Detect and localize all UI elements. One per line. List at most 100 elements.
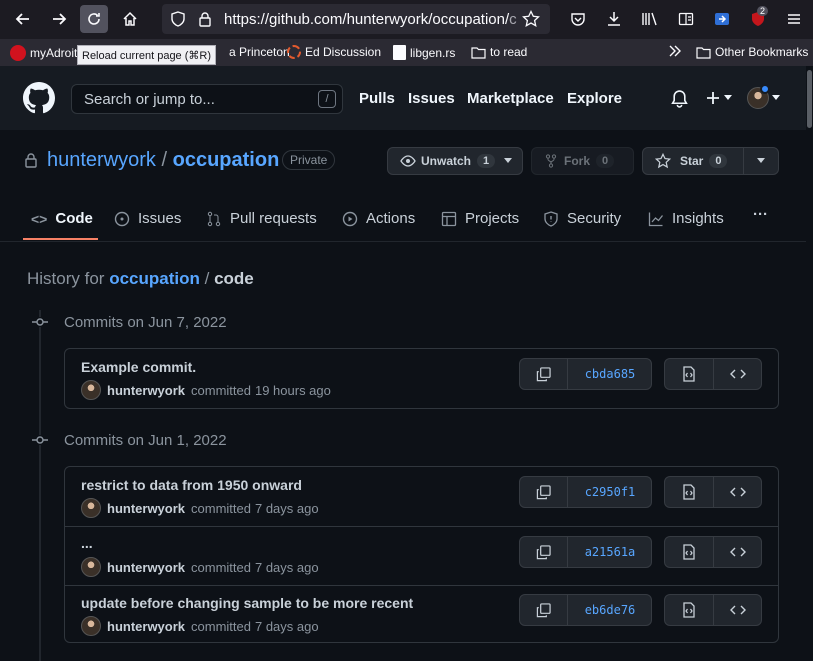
copy-sha-button[interactable] — [520, 537, 568, 567]
commit-time: 19 hours ago — [254, 382, 331, 398]
tab-projects[interactable]: Projects — [441, 210, 519, 227]
chevron-down-icon — [504, 158, 513, 163]
nav-issues[interactable]: Issues — [408, 90, 455, 107]
repo-header: hunterwyork / occupation Private Unwatch… — [0, 130, 806, 242]
avatar[interactable] — [81, 557, 101, 577]
star-button[interactable]: Star 0 — [642, 147, 779, 175]
bookmark-ed-discussion[interactable]: Ed Discussion — [287, 45, 381, 59]
extension-icon[interactable] — [708, 5, 736, 33]
star-bookmark-icon[interactable] — [522, 10, 540, 28]
chevron-down-icon[interactable] — [757, 158, 765, 164]
commit-message[interactable]: Example commit. — [81, 359, 196, 375]
reload-tooltip: Reload current page (⌘R) — [77, 45, 217, 65]
shield-icon[interactable] — [170, 11, 186, 27]
copy-sha-button[interactable] — [520, 359, 568, 389]
browse-files-button[interactable] — [665, 595, 714, 625]
tab-actions[interactable]: Actions — [342, 210, 415, 227]
scrollbar-thumb[interactable] — [807, 70, 812, 128]
commit-message[interactable]: ... — [81, 535, 93, 551]
bell-icon[interactable] — [671, 90, 688, 108]
bookmark-label: libgen.rs — [410, 45, 456, 60]
nav-explore[interactable]: Explore — [567, 90, 622, 107]
shield-icon — [544, 210, 558, 227]
menu-icon[interactable] — [780, 5, 808, 33]
bookmark-label: myAdroit — [30, 46, 78, 60]
browse-files-button[interactable] — [665, 537, 714, 567]
browse-code-button[interactable] — [714, 595, 762, 625]
status-dot-icon — [760, 84, 770, 94]
tab-pull-requests[interactable]: Pull requests — [206, 210, 317, 227]
ublock-icon[interactable]: 2 — [744, 5, 772, 33]
back-icon[interactable] — [9, 5, 37, 33]
browse-code-button[interactable] — [714, 359, 762, 389]
bookmark-other[interactable]: Other Bookmarks — [696, 45, 808, 59]
reader-view-icon[interactable] — [672, 5, 700, 33]
copy-sha-button[interactable] — [520, 595, 568, 625]
tab-label: Code — [55, 210, 93, 227]
history-prefix: History for — [27, 269, 105, 288]
commit-author[interactable]: hunterwyork — [107, 560, 185, 575]
tab-security[interactable]: Security — [543, 210, 621, 227]
browse-files-button[interactable] — [665, 359, 714, 389]
bookmark-to-read[interactable]: to read — [471, 45, 527, 59]
bookmark-princeton[interactable]: a Princeton — [229, 45, 290, 59]
sha-button-group: a21561a — [519, 536, 652, 568]
code-icon — [730, 605, 746, 615]
commit-sha-link[interactable]: cbda685 — [568, 359, 652, 389]
commit-author[interactable]: hunterwyork — [107, 501, 185, 516]
user-menu-button[interactable] — [747, 84, 780, 109]
commit-sha-link[interactable]: c2950f1 — [568, 477, 652, 507]
search-input[interactable]: Search or jump to... / — [71, 84, 343, 114]
tab-code[interactable]: <> Code — [31, 210, 93, 227]
url-bar[interactable]: https://github.com/hunterwyork/occupatio… — [162, 4, 550, 34]
tab-label: Insights — [672, 210, 724, 227]
avatar[interactable] — [81, 616, 101, 636]
tab-issues[interactable]: Issues — [114, 210, 181, 227]
browse-code-button[interactable] — [714, 477, 762, 507]
commit-time: 7 days ago — [254, 559, 319, 575]
folder-icon — [696, 46, 711, 59]
bookmark-myadroit[interactable]: myAdroit — [10, 45, 77, 61]
history-repo-link[interactable]: occupation — [109, 269, 200, 288]
commit-message[interactable]: restrict to data from 1950 onward — [81, 477, 302, 493]
commit-action: committed — [191, 559, 251, 575]
browse-code-button[interactable] — [714, 537, 762, 567]
forward-icon[interactable] — [45, 5, 73, 33]
create-new-button[interactable] — [705, 90, 732, 106]
nav-pulls[interactable]: Pulls — [359, 90, 395, 107]
tabs-more-button[interactable]: ··· — [753, 206, 768, 223]
download-icon[interactable] — [600, 5, 628, 33]
file-code-icon — [683, 484, 695, 500]
commit-message[interactable]: update before changing sample to be more… — [81, 595, 413, 611]
copy-sha-button[interactable] — [520, 477, 568, 507]
tab-insights[interactable]: Insights — [648, 210, 724, 227]
unwatch-button[interactable]: Unwatch 1 — [387, 147, 523, 175]
fork-button[interactable]: Fork 0 — [531, 147, 634, 175]
repo-title: hunterwyork / occupation — [47, 149, 279, 172]
avatar[interactable] — [81, 380, 101, 400]
nav-marketplace[interactable]: Marketplace — [467, 90, 554, 107]
github-logo-icon[interactable] — [23, 82, 55, 114]
page-scrollbar[interactable] — [806, 66, 813, 661]
repo-name-link[interactable]: occupation — [173, 149, 280, 171]
tab-label: Actions — [366, 210, 416, 227]
pocket-icon[interactable] — [564, 5, 592, 33]
commit-group-date: Commits on Jun 7, 2022 — [64, 314, 227, 331]
book-icon — [393, 45, 406, 60]
pull-request-icon — [207, 211, 221, 226]
reload-icon[interactable] — [80, 5, 108, 33]
avatar[interactable] — [81, 498, 101, 518]
library-icon[interactable] — [636, 5, 664, 33]
repo-owner-link[interactable]: hunterwyork — [47, 149, 156, 171]
home-icon[interactable] — [116, 5, 144, 33]
commit-actions-group — [664, 358, 762, 390]
commit-author[interactable]: hunterwyork — [107, 383, 185, 398]
commit-node-icon — [32, 435, 48, 445]
lock-icon[interactable] — [198, 11, 212, 27]
commit-author[interactable]: hunterwyork — [107, 619, 185, 634]
browse-files-button[interactable] — [665, 477, 714, 507]
commit-sha-link[interactable]: eb6de76 — [568, 595, 652, 625]
bookmark-libgen[interactable]: libgen.rs — [393, 45, 455, 60]
bookmarks-overflow-icon[interactable] — [668, 45, 682, 57]
commit-sha-link[interactable]: a21561a — [568, 537, 652, 567]
